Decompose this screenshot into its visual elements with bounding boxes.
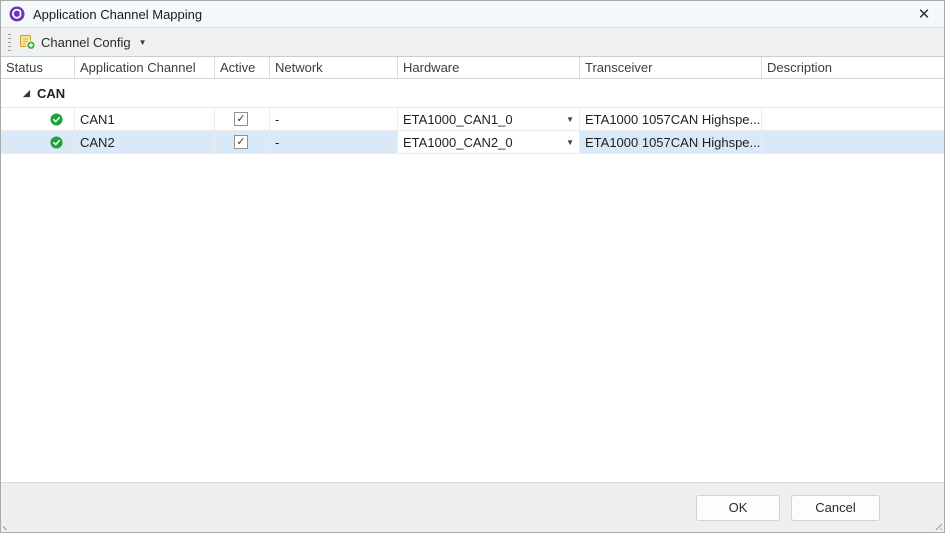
hardware-combobox[interactable]: ETA1000_CAN2_0 ▼ bbox=[398, 131, 580, 153]
window-title: Application Channel Mapping bbox=[33, 7, 202, 22]
channel-config-label: Channel Config bbox=[41, 35, 131, 50]
column-header-description[interactable]: Description bbox=[762, 57, 944, 78]
app-logo-icon bbox=[9, 6, 25, 22]
application-channel-mapping-dialog: Application Channel Mapping ✕ Channel Co… bbox=[0, 0, 945, 533]
column-header-application-channel[interactable]: Application Channel bbox=[75, 57, 215, 78]
application-channel-cell: CAN2 bbox=[75, 131, 215, 153]
transceiver-cell[interactable]: ETA1000 1057CAN Highspe... bbox=[580, 131, 762, 153]
cancel-button[interactable]: Cancel bbox=[791, 495, 880, 521]
table-row-can2[interactable]: CAN2 ✓ - ETA1000_CAN2_0 ▼ ETA1000 1057CA… bbox=[1, 131, 944, 154]
transceiver-cell[interactable]: ETA1000 1057CAN Highspe... bbox=[580, 108, 762, 130]
add-channel-config-icon bbox=[19, 34, 36, 50]
table-header-row: Status Application Channel Active Networ… bbox=[1, 57, 944, 79]
column-header-status[interactable]: Status bbox=[1, 57, 75, 78]
title-bar[interactable]: Application Channel Mapping ✕ bbox=[1, 1, 944, 28]
active-checkbox[interactable]: ✓ bbox=[234, 112, 248, 126]
column-header-active[interactable]: Active bbox=[215, 57, 270, 78]
dropdown-caret-icon: ▼ bbox=[566, 138, 574, 147]
toolbar-grip-handle[interactable] bbox=[8, 34, 11, 51]
chevron-down-icon: ▼ bbox=[139, 38, 147, 47]
description-cell bbox=[762, 108, 944, 130]
status-cell bbox=[1, 108, 75, 130]
table-row-can1[interactable]: CAN1 ✓ - ETA1000_CAN1_0 ▼ ETA1000 1057CA… bbox=[1, 108, 944, 131]
application-channel-cell: CAN1 bbox=[75, 108, 215, 130]
ok-button[interactable]: OK bbox=[696, 495, 780, 521]
status-ok-icon bbox=[50, 136, 63, 149]
hardware-value: ETA1000_CAN1_0 bbox=[403, 112, 513, 127]
network-cell: - bbox=[270, 131, 398, 153]
group-expanded-icon[interactable] bbox=[22, 89, 31, 98]
close-icon[interactable]: ✕ bbox=[913, 3, 935, 25]
column-header-transceiver[interactable]: Transceiver bbox=[580, 57, 762, 78]
toolbar: Channel Config ▼ bbox=[1, 28, 944, 57]
dialog-footer: OK Cancel bbox=[1, 482, 944, 532]
column-header-network[interactable]: Network bbox=[270, 57, 398, 78]
active-checkbox[interactable]: ✓ bbox=[234, 135, 248, 149]
group-row-can[interactable]: CAN bbox=[1, 79, 944, 108]
description-cell bbox=[762, 131, 944, 153]
dropdown-caret-icon: ▼ bbox=[566, 115, 574, 124]
column-header-hardware[interactable]: Hardware bbox=[398, 57, 580, 78]
status-cell bbox=[1, 131, 75, 153]
hardware-value: ETA1000_CAN2_0 bbox=[403, 135, 513, 150]
hardware-combobox[interactable]: ETA1000_CAN1_0 ▼ bbox=[398, 108, 580, 130]
group-label: CAN bbox=[37, 86, 65, 101]
table-empty-area bbox=[1, 154, 944, 482]
status-ok-icon bbox=[50, 113, 63, 126]
active-cell: ✓ bbox=[215, 108, 270, 130]
network-cell: - bbox=[270, 108, 398, 130]
channel-config-button[interactable]: Channel Config ▼ bbox=[15, 32, 153, 52]
channel-mapping-table: Status Application Channel Active Networ… bbox=[1, 57, 944, 482]
active-cell: ✓ bbox=[215, 131, 270, 153]
